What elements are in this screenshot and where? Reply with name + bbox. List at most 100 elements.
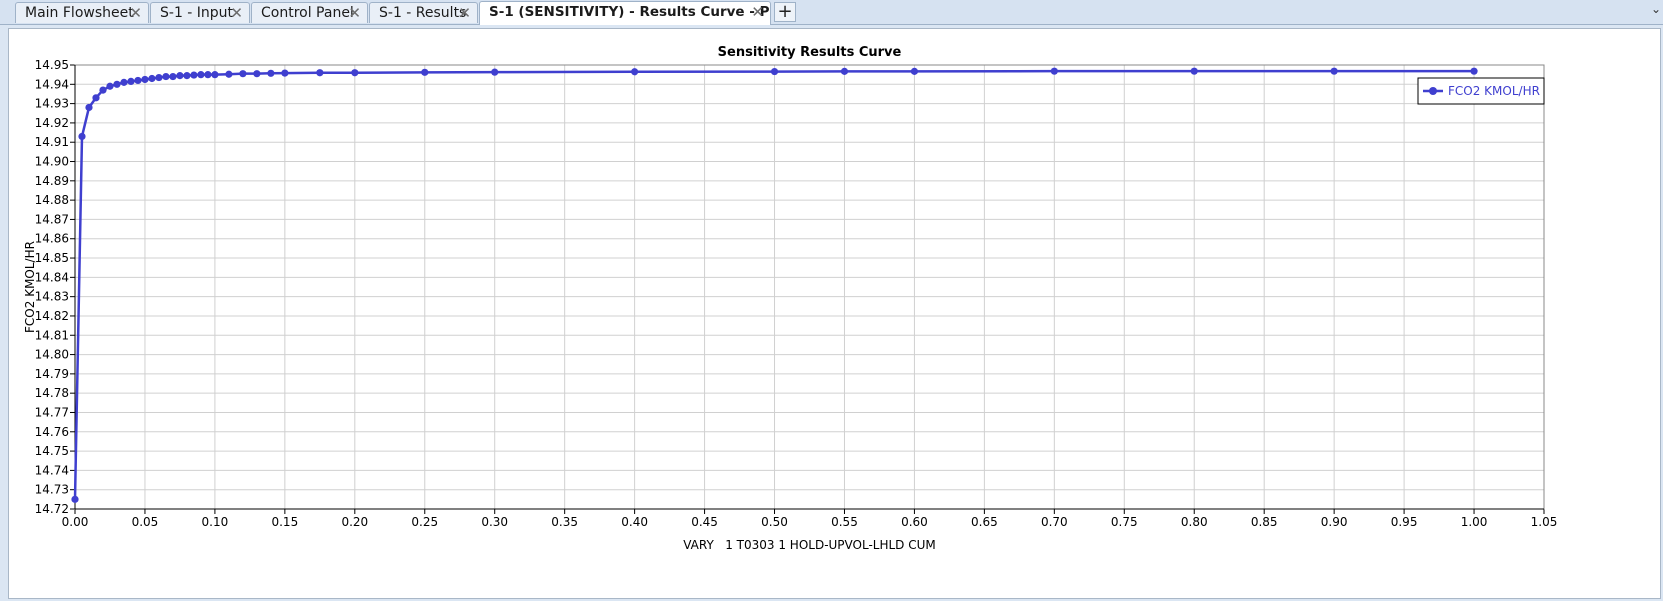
y-tick-label: 14.89 bbox=[35, 174, 69, 188]
y-tick-label: 14.75 bbox=[35, 444, 69, 458]
data-point bbox=[239, 70, 247, 78]
data-point bbox=[1330, 67, 1338, 75]
x-tick-label: 0.40 bbox=[621, 515, 648, 529]
y-tick-label: 14.73 bbox=[35, 483, 69, 497]
x-tick-label: 0.30 bbox=[481, 515, 508, 529]
tab-label: Control Panel bbox=[261, 5, 354, 21]
data-point bbox=[204, 71, 212, 79]
data-point bbox=[421, 68, 429, 76]
y-tick-label: 14.76 bbox=[35, 425, 69, 439]
y-axis-label: FCO2 KMOL/HR bbox=[23, 241, 37, 333]
data-point bbox=[99, 86, 107, 94]
data-point bbox=[281, 69, 289, 77]
data-point bbox=[1190, 67, 1198, 75]
y-tick-label: 14.74 bbox=[35, 463, 69, 477]
data-point bbox=[491, 68, 499, 76]
sensitivity-chart: 0.00 0.05 0.10 0.15 0.20 0.25 0.30 0.35 0.40 0.45… bbox=[23, 45, 1558, 552]
y-tick-label: 14.93 bbox=[35, 97, 69, 111]
data-point bbox=[134, 76, 142, 85]
data-point bbox=[225, 70, 233, 78]
data-point bbox=[316, 69, 324, 77]
x-tick-label: 0.55 bbox=[831, 515, 858, 529]
x-tick-label: 0.00 bbox=[62, 515, 89, 529]
x-tick-label: 0.10 bbox=[202, 515, 229, 529]
data-point bbox=[176, 72, 184, 80]
plot-area bbox=[75, 65, 1544, 509]
x-tick-label: 0.35 bbox=[551, 515, 578, 529]
data-point bbox=[78, 132, 86, 141]
x-tick-label: 0.65 bbox=[971, 515, 998, 529]
x-tick-label: 0.80 bbox=[1181, 515, 1208, 529]
tab-label: S-1 - Input bbox=[160, 5, 234, 21]
legend-label: FCO2 KMOL/HR bbox=[1448, 84, 1540, 98]
data-point bbox=[92, 94, 100, 102]
data-point bbox=[253, 70, 261, 78]
close-icon[interactable]: ✕ bbox=[458, 3, 471, 23]
data-point bbox=[141, 75, 149, 84]
x-tick-label: 0.20 bbox=[341, 515, 368, 529]
x-tick-label: 0.90 bbox=[1321, 515, 1348, 529]
data-point bbox=[197, 71, 205, 79]
tab-label: Main Flowsheet bbox=[25, 5, 134, 21]
y-tick-label: 14.91 bbox=[35, 135, 69, 149]
y-tick-label: 14.85 bbox=[35, 251, 69, 265]
legend-marker bbox=[1429, 87, 1437, 95]
data-point bbox=[190, 71, 198, 79]
y-tick-label: 14.88 bbox=[35, 193, 69, 207]
x-tick-label: 1.05 bbox=[1531, 515, 1558, 529]
chart-title: Sensitivity Results Curve bbox=[718, 45, 902, 60]
x-tick-label: 0.60 bbox=[901, 515, 928, 529]
tab-control-panel[interactable]: Control Panel ✕ bbox=[251, 2, 368, 23]
y-tick-label: 14.82 bbox=[35, 309, 69, 323]
data-point bbox=[85, 103, 93, 112]
close-icon[interactable]: ✕ bbox=[230, 3, 243, 23]
y-tick-label: 14.80 bbox=[35, 348, 69, 362]
chevron-down-icon[interactable]: ⌄ bbox=[1651, 2, 1661, 16]
x-tick-label: 0.25 bbox=[411, 515, 438, 529]
close-icon[interactable]: ✕ bbox=[348, 3, 361, 23]
data-point bbox=[71, 495, 79, 503]
y-tick-label: 14.84 bbox=[35, 270, 69, 284]
tab-label: S-1 (SENSITIVITY) - Results Curve - Plot bbox=[489, 4, 771, 20]
tab-label: S-1 - Results bbox=[379, 5, 467, 21]
x-tick-label: 0.50 bbox=[761, 515, 788, 529]
y-tick-label: 14.77 bbox=[35, 405, 69, 419]
data-point bbox=[148, 74, 156, 83]
data-point bbox=[910, 67, 919, 75]
y-tick-label: 14.83 bbox=[35, 290, 69, 304]
data-point bbox=[770, 67, 779, 76]
x-tick-label: 0.70 bbox=[1041, 515, 1068, 529]
data-point bbox=[267, 69, 275, 77]
data-point bbox=[155, 73, 163, 82]
close-icon[interactable]: ✕ bbox=[751, 2, 764, 22]
tab-bar: Main Flowsheet ✕ S-1 - Input ✕ Control P… bbox=[0, 0, 1663, 25]
data-point bbox=[113, 80, 121, 88]
plot-panel: 0.00 0.05 0.10 0.15 0.20 0.25 0.30 0.35 0.40 0.45… bbox=[8, 28, 1661, 599]
x-tick-label: 0.05 bbox=[132, 515, 159, 529]
x-tick-label: 0.85 bbox=[1251, 515, 1278, 529]
tab-s1-input[interactable]: S-1 - Input ✕ bbox=[150, 2, 250, 23]
tab-s1-results[interactable]: S-1 - Results ✕ bbox=[369, 2, 478, 23]
data-point bbox=[211, 71, 219, 79]
y-tick-label: 14.90 bbox=[35, 155, 69, 169]
y-tick-label: 14.86 bbox=[35, 232, 69, 246]
x-tick-label: 0.15 bbox=[271, 515, 298, 529]
data-point bbox=[162, 72, 170, 81]
y-tick-label: 14.78 bbox=[35, 386, 69, 400]
data-point bbox=[106, 82, 114, 90]
data-point bbox=[127, 77, 135, 86]
close-icon[interactable]: ✕ bbox=[129, 3, 142, 23]
data-point bbox=[169, 72, 177, 81]
tab-main-flowsheet[interactable]: Main Flowsheet ✕ bbox=[15, 2, 149, 23]
y-tick-label: 14.79 bbox=[35, 367, 69, 381]
y-tick-label: 14.94 bbox=[35, 77, 69, 91]
data-point bbox=[631, 68, 639, 76]
x-tick-label: 0.75 bbox=[1111, 515, 1138, 529]
y-tick-label: 14.87 bbox=[35, 212, 69, 226]
y-tick-label: 14.92 bbox=[35, 116, 69, 130]
y-tick-label: 14.95 bbox=[35, 58, 69, 72]
tab-sensitivity-results-curve-plot[interactable]: S-1 (SENSITIVITY) - Results Curve - Plot… bbox=[479, 1, 771, 25]
x-tick-label: 0.45 bbox=[691, 515, 718, 529]
plus-icon[interactable]: + bbox=[774, 2, 796, 22]
x-axis-label: VARY 1 T0303 1 HOLD-UPVOL-LHLD CUM bbox=[683, 538, 936, 552]
